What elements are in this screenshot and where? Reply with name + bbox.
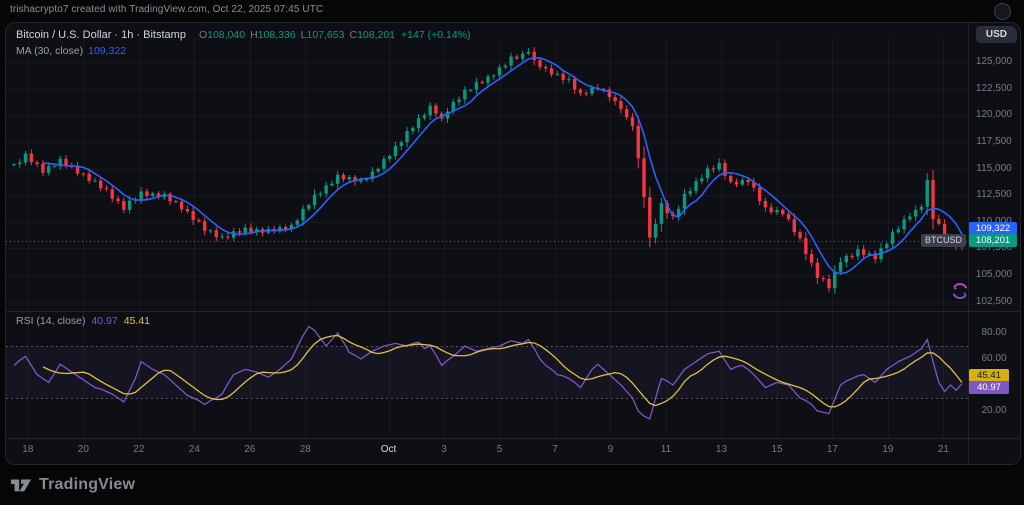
time-tick-label: 22	[125, 444, 153, 455]
tradingview-logo[interactable]: TradingView	[10, 471, 135, 499]
time-tick-label: 24	[180, 444, 208, 455]
tradingview-logo-text: TradingView	[39, 476, 135, 494]
rsi-tick-label: 60.00	[968, 353, 1020, 364]
ohlc-open-label: O	[199, 29, 207, 41]
ohlc-close-label: C	[349, 29, 357, 41]
price-tick-label: 117,500	[968, 136, 1020, 147]
price-tick-label: 102,500	[968, 296, 1020, 307]
refresh-arrows-icon[interactable]	[950, 281, 970, 301]
chart-canvas[interactable]	[6, 23, 1020, 464]
rsi-tick-label: 40.00	[968, 379, 1020, 390]
time-tick-label: 13	[707, 444, 735, 455]
time-tick-label: 26	[236, 444, 264, 455]
time-tick-label: 20	[69, 444, 97, 455]
ohlc-close-value: 108,201	[357, 29, 395, 41]
ohlc-high-value: 108,336	[258, 29, 296, 41]
rsi-value: 40.97	[91, 315, 117, 327]
symbol-header: Bitcoin / U.S. Dollar · 1h · BitstampO10…	[16, 29, 471, 57]
price-tick-label: 112,500	[968, 189, 1020, 200]
attribution-text: trishacrypto7 created with TradingView.c…	[10, 4, 323, 15]
circle-button[interactable]	[994, 3, 1011, 20]
time-tick-label: 17	[818, 444, 846, 455]
time-tick-label: 11	[652, 444, 680, 455]
ma-indicator-label[interactable]: MA (30, close)	[16, 45, 83, 57]
time-tick-label: 15	[763, 444, 791, 455]
tradingview-logo-icon	[10, 474, 32, 496]
price-tick-label: 107,500	[968, 242, 1020, 253]
time-tick-label: Oct	[375, 444, 403, 455]
price-tick-label: 110,000	[968, 216, 1020, 227]
ohlc-high-label: H	[250, 29, 258, 41]
ohlc-change: +147 (+0.14%)	[401, 29, 470, 41]
time-tick-label: 28	[291, 444, 319, 455]
symbol-title[interactable]: Bitcoin / U.S. Dollar · 1h · Bitstamp	[16, 29, 186, 41]
time-tick-label: 18	[14, 444, 42, 455]
time-tick-label: 9	[596, 444, 624, 455]
rsi-header: RSI (14, close) 40.97 45.41	[16, 315, 150, 327]
ohlc-low-value: 107,653	[307, 29, 345, 41]
ma-indicator-value: 109,322	[88, 45, 126, 57]
rsi-indicator-label[interactable]: RSI (14, close)	[16, 315, 85, 327]
time-tick-label: 19	[874, 444, 902, 455]
price-tick-label: 122,500	[968, 83, 1020, 94]
time-tick-label: 3	[430, 444, 458, 455]
time-tick-label: 5	[486, 444, 514, 455]
rsi-tick-label: 80.00	[968, 327, 1020, 338]
price-tick-label: 120,000	[968, 109, 1020, 120]
currency-button[interactable]: USD	[976, 26, 1017, 43]
price-axis[interactable]: 125,000 122,500 120,000 117,500 115,000 112,5…	[968, 23, 1020, 464]
price-tick-label: 125,000	[968, 56, 1020, 67]
rsi-ma-value: 45.41	[124, 315, 150, 327]
time-axis[interactable]: 18 20 22 24 26 28 Oct 3 5 7 9 11 13 15 17 19 21	[6, 438, 968, 464]
chart-panel: Bitcoin / U.S. Dollar · 1h · BitstampO10…	[5, 22, 1021, 465]
time-tick-label: 21	[929, 444, 957, 455]
price-tick-label: 105,000	[968, 269, 1020, 280]
rsi-tick-label: 20.00	[968, 405, 1020, 416]
ohlc-open-value: 108,040	[207, 29, 245, 41]
time-tick-label: 7	[541, 444, 569, 455]
price-tick-label: 115,000	[968, 163, 1020, 174]
